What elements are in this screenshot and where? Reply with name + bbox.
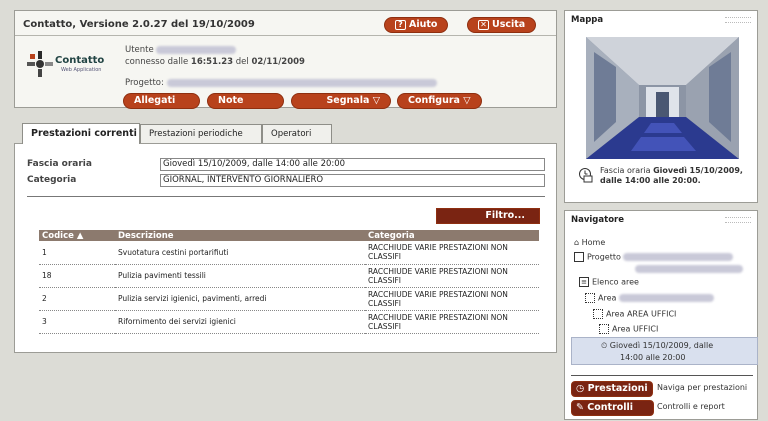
question-icon: ? xyxy=(395,20,406,30)
logo-icon xyxy=(27,51,53,77)
home-icon: ⌂ xyxy=(574,238,580,247)
divider xyxy=(571,375,753,376)
chevron-down-icon: ▽ xyxy=(372,95,380,106)
column-header-categoria[interactable]: Categoria xyxy=(365,230,539,241)
nav-home[interactable]: ⌂ Home xyxy=(574,238,605,247)
cell-cat: RACCHIUDE VARIE PRESTAZIONI NON CLASSIFI xyxy=(365,310,539,334)
grip-handle[interactable] xyxy=(725,17,751,23)
nav-area[interactable]: Area xyxy=(585,293,714,303)
tab-prestazioni-correnti[interactable]: Prestazioni correnti xyxy=(22,123,140,144)
app-title: Contatto, Versione 2.0.27 del 19/10/2009 xyxy=(23,19,255,30)
cell-cat: RACCHIUDE VARIE PRESTAZIONI NON CLASSIFI xyxy=(365,264,539,288)
prestazioni-description: Naviga per prestazioni xyxy=(657,383,748,392)
content-panel: Fascia oraria Giovedì 15/10/2009, dalle … xyxy=(14,143,557,353)
nav-elenco-aree[interactable]: ≡ Elenco aree xyxy=(579,277,639,287)
cell-desc: Pulizia servizi igienici, pavimenti, arr… xyxy=(115,287,365,311)
user-line: Utente xyxy=(125,45,237,55)
fascia-field[interactable]: Giovedì 15/10/2009, dalle 14:00 alle 20:… xyxy=(160,158,545,171)
corridor-image xyxy=(586,37,739,159)
nav-time-line2: 14:00 alle 20:00 xyxy=(620,353,686,362)
clock-icon: ◷ xyxy=(576,383,585,394)
header-panel: Contatto, Versione 2.0.27 del 19/10/2009… xyxy=(14,10,557,109)
list-icon: ≡ xyxy=(579,277,589,287)
controlli-button[interactable]: ✎ Controlli xyxy=(571,400,654,416)
navigatore-panel: Navigatore ⌂ Home Progetto ≡ Elenco aree … xyxy=(564,210,758,420)
cell-desc: Pulizia pavimenti tessili xyxy=(115,264,365,288)
divider xyxy=(15,35,556,36)
exit-button[interactable]: ✕ Uscita xyxy=(467,17,537,33)
clock-calendar-icon xyxy=(579,168,593,183)
cell-code: 1 xyxy=(39,241,115,265)
filter-button[interactable]: Filtro... xyxy=(436,208,540,224)
nav-time-line1: ⏲ Giovedì 15/10/2009, dalle xyxy=(601,341,714,350)
sort-up-icon: ▲ xyxy=(73,230,84,241)
categoria-label: Categoria xyxy=(27,175,77,185)
table-row[interactable]: 18 Pulizia pavimenti tessili RACCHIUDE V… xyxy=(39,264,539,288)
tools-icon: ✎ xyxy=(576,402,584,413)
nav-progetto[interactable]: Progetto xyxy=(574,252,734,262)
table-row[interactable]: 3 Rifornimento dei servizi igienici RACC… xyxy=(39,310,539,334)
cell-code: 18 xyxy=(39,264,115,288)
cell-cat: RACCHIUDE VARIE PRESTAZIONI NON CLASSIFI xyxy=(365,287,539,311)
clock-calendar-icon: ⏲ xyxy=(601,341,608,350)
connected-line: connesso dalle 16:51.23 del 02/11/2009 xyxy=(125,57,305,67)
grip-handle[interactable] xyxy=(725,217,751,223)
logo: Contatto Web Application xyxy=(27,49,117,79)
nav-current-selection[interactable]: ⏲ Giovedì 15/10/2009, dalle 14:00 alle 2… xyxy=(571,337,758,365)
cell-desc: Svuotatura cestini portarifiuti xyxy=(115,241,365,265)
tab-operatori[interactable]: Operatori xyxy=(262,124,332,144)
configura-button[interactable]: Configura ▽ xyxy=(397,93,482,109)
corridor-photo[interactable] xyxy=(586,37,739,159)
nav-area-sub[interactable]: Area UFFICI xyxy=(599,324,658,334)
tab-prestazioni-periodiche[interactable]: Prestazioni periodiche xyxy=(140,124,262,144)
cell-cat: RACCHIUDE VARIE PRESTAZIONI NON CLASSIFI xyxy=(365,241,539,265)
prestazioni-table: Codice ▲ Descrizione Categoria 1 Svuotat… xyxy=(39,230,539,334)
column-header-descrizione[interactable]: Descrizione xyxy=(115,230,365,241)
table-row[interactable]: 2 Pulizia servizi igienici, pavimenti, a… xyxy=(39,287,539,311)
area-icon xyxy=(599,324,609,334)
document-icon xyxy=(574,252,584,262)
mappa-caption: Fascia oraria Giovedì 15/10/2009, dalle … xyxy=(600,166,743,185)
chevron-down-icon: ▽ xyxy=(463,95,471,106)
cell-code: 2 xyxy=(39,287,115,311)
project-line: Progetto: xyxy=(125,78,437,88)
area-icon xyxy=(593,309,603,319)
fascia-label: Fascia oraria xyxy=(27,159,92,169)
segnala-button[interactable]: Segnala ▽ xyxy=(291,93,391,109)
prestazioni-button[interactable]: ◷ Prestazioni xyxy=(571,381,653,397)
area-icon xyxy=(585,293,595,303)
cell-desc: Rifornimento dei servizi igienici xyxy=(115,310,365,334)
divider xyxy=(27,196,545,197)
column-header-codice[interactable]: Codice ▲ xyxy=(39,230,115,241)
table-row[interactable]: 1 Svuotatura cestini portarifiuti RACCHI… xyxy=(39,241,539,265)
logo-subtitle: Web Application xyxy=(61,67,102,73)
nav-area-uffici[interactable]: Area AREA UFFICI xyxy=(593,309,676,319)
mappa-panel: Mappa Fascia oraria Giovedì 15/10/2009, … xyxy=(564,10,758,203)
help-button[interactable]: ? Aiuto xyxy=(384,17,449,33)
logo-name: Contatto xyxy=(55,55,105,66)
categoria-field[interactable]: GIORNAL, INTERVENTO GIORNALIERO xyxy=(160,174,545,187)
nav-progetto-line2 xyxy=(635,264,743,273)
controlli-description: Controlli e report xyxy=(657,402,725,411)
note-button[interactable]: Note xyxy=(207,93,284,109)
cell-code: 3 xyxy=(39,310,115,334)
allegati-button[interactable]: Allegati xyxy=(123,93,200,109)
close-icon: ✕ xyxy=(478,20,489,30)
